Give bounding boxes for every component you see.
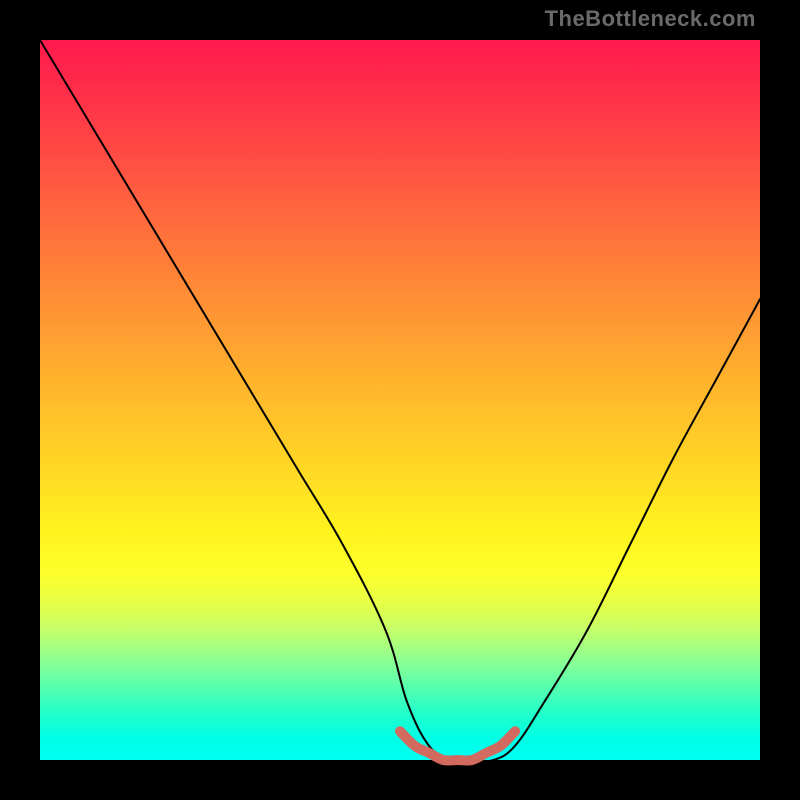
bottleneck-curve — [40, 40, 760, 761]
valley-highlight — [400, 731, 515, 760]
plot-area — [40, 40, 760, 760]
curve-layer — [40, 40, 760, 760]
chart-frame: TheBottleneck.com — [0, 0, 800, 800]
watermark-text: TheBottleneck.com — [545, 6, 756, 32]
